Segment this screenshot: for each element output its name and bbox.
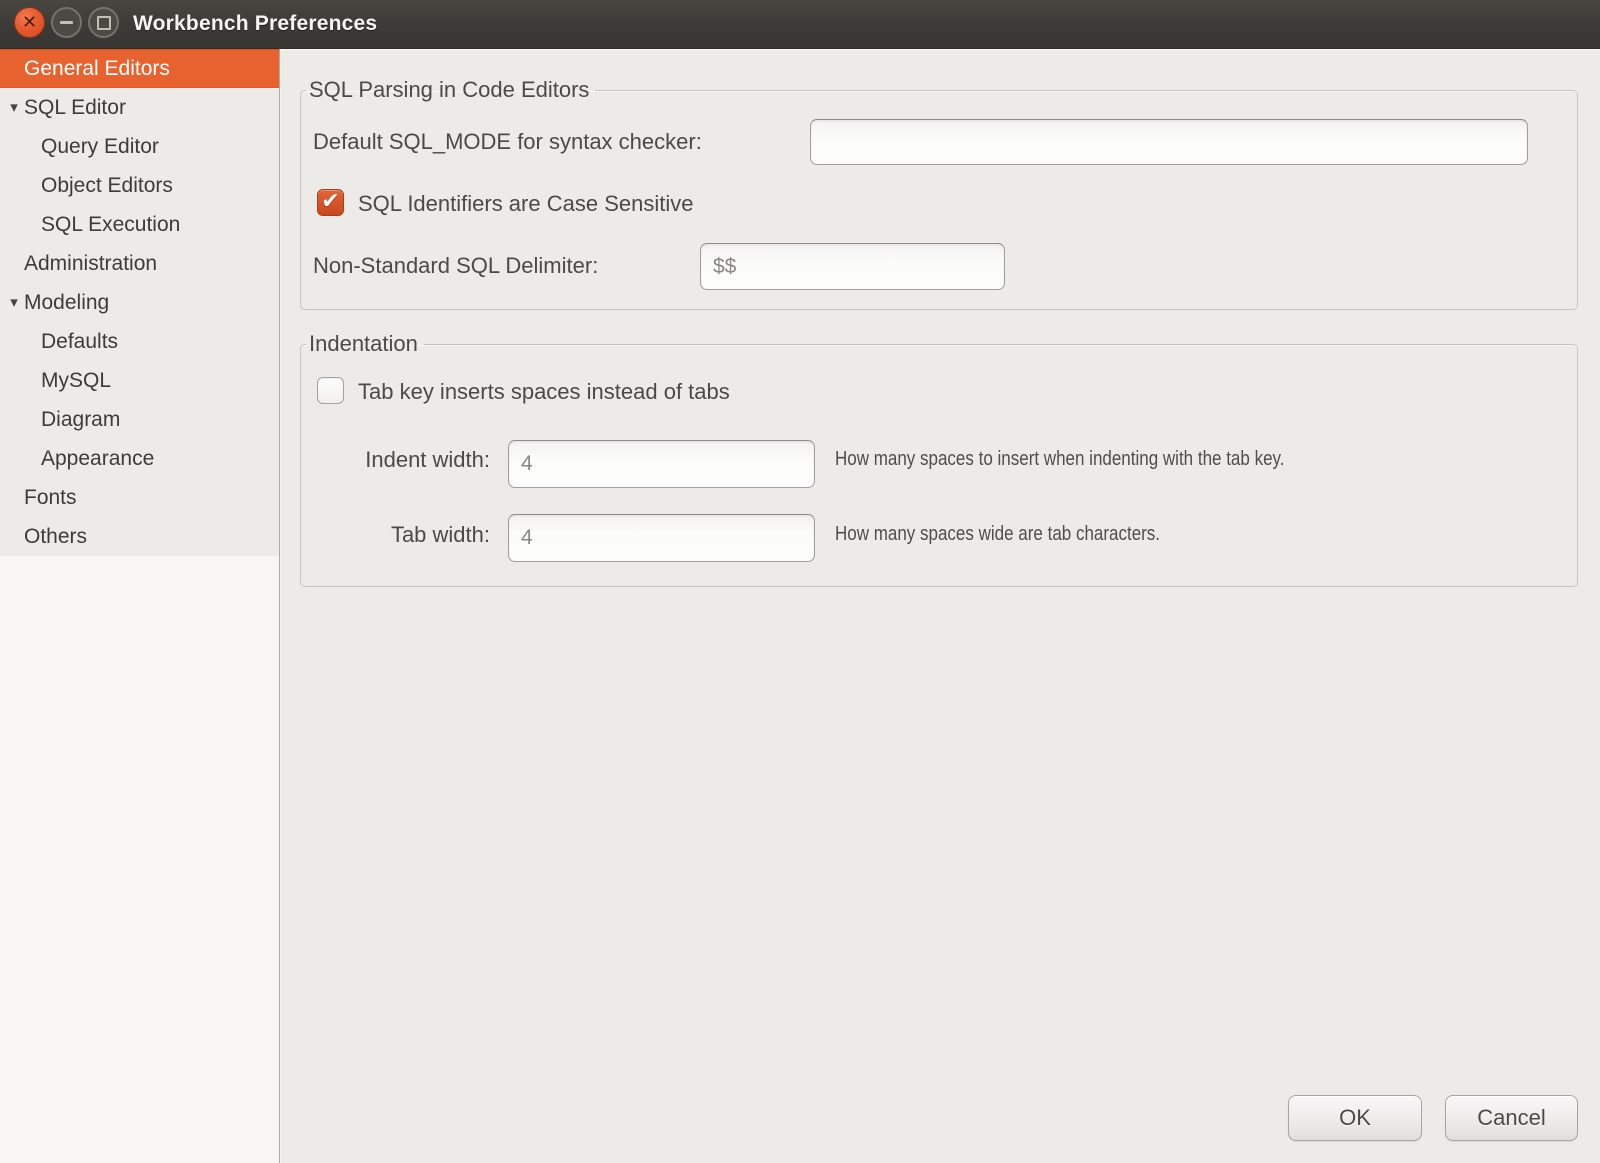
delimiter-input[interactable] <box>700 243 1005 290</box>
indentation-group-title: Indentation <box>306 331 424 357</box>
sidebar-item-administration[interactable]: Administration <box>0 244 279 283</box>
sidebar-item-label: Administration <box>0 252 157 275</box>
sidebar-item-label: Appearance <box>0 447 154 470</box>
sidebar-item-modeling[interactable]: ▾Modeling <box>0 283 279 322</box>
indent-width-label: Indent width: <box>313 447 490 473</box>
sidebar-item-mysql[interactable]: MySQL <box>0 361 279 400</box>
expander-triangle-icon[interactable]: ▾ <box>5 283 23 322</box>
tab-width-input[interactable] <box>508 514 815 562</box>
sidebar-item-label: SQL Execution <box>0 213 180 236</box>
sidebar-item-label: Diagram <box>0 408 120 431</box>
sidebar-item-defaults[interactable]: Defaults <box>0 322 279 361</box>
ok-button[interactable]: OK <box>1288 1095 1422 1141</box>
tab-spaces-checkbox[interactable]: ✔ <box>317 377 344 404</box>
sidebar-item-label: General Editors <box>0 57 170 80</box>
minimize-button[interactable] <box>51 7 82 38</box>
case-sensitive-label: SQL Identifiers are Case Sensitive <box>358 191 693 217</box>
minimize-icon <box>60 21 73 24</box>
sidebar-item-sql-editor[interactable]: ▾SQL Editor <box>0 88 279 127</box>
checkmark-icon: ✔ <box>321 190 339 212</box>
tab-spaces-label: Tab key inserts spaces instead of tabs <box>358 379 730 405</box>
delimiter-label: Non-Standard SQL Delimiter: <box>313 253 598 279</box>
tab-width-hint: How many spaces wide are tab characters. <box>835 523 1160 546</box>
expander-triangle-icon[interactable]: ▾ <box>5 88 23 127</box>
sidebar-item-object-editors[interactable]: Object Editors <box>0 166 279 205</box>
sidebar-item-label: MySQL <box>0 369 111 392</box>
close-button[interactable]: ✕ <box>14 7 45 38</box>
sidebar-item-label: Object Editors <box>0 174 173 197</box>
sidebar-item-sql-execution[interactable]: SQL Execution <box>0 205 279 244</box>
preferences-window: ✕ Workbench Preferences General Editors ▾… <box>0 0 1600 1163</box>
sidebar-item-label: Fonts <box>0 486 77 509</box>
window-title: Workbench Preferences <box>133 0 377 48</box>
cancel-button[interactable]: Cancel <box>1445 1095 1578 1141</box>
case-sensitive-checkbox[interactable]: ✔ <box>317 189 344 216</box>
sidebar-item-label: Defaults <box>0 330 118 353</box>
indent-width-hint: How many spaces to insert when indenting… <box>835 448 1284 471</box>
sidebar-tree[interactable]: General Editors ▾SQL Editor Query Editor Ob… <box>0 49 279 556</box>
sidebar-item-query-editor[interactable]: Query Editor <box>0 127 279 166</box>
sidebar-item-fonts[interactable]: Fonts <box>0 478 279 517</box>
sql-mode-input[interactable] <box>810 119 1528 165</box>
sidebar-item-label: Others <box>0 525 87 548</box>
sql-mode-label: Default SQL_MODE for syntax checker: <box>313 129 702 155</box>
titlebar-highlight <box>279 49 1600 50</box>
sidebar-item-label: Query Editor <box>0 135 159 158</box>
sidebar-divider-highlight <box>280 49 281 1163</box>
sidebar-item-others[interactable]: Others <box>0 517 279 556</box>
sidebar-item-diagram[interactable]: Diagram <box>0 400 279 439</box>
sidebar-item-appearance[interactable]: Appearance <box>0 439 279 478</box>
sql-parsing-group-title: SQL Parsing in Code Editors <box>306 77 595 103</box>
indent-width-input[interactable] <box>508 440 815 488</box>
maximize-button[interactable] <box>88 7 119 38</box>
sidebar-item-general-editors[interactable]: General Editors <box>0 49 279 88</box>
close-icon: ✕ <box>22 13 37 31</box>
titlebar[interactable]: ✕ Workbench Preferences <box>0 0 1600 49</box>
tab-width-label: Tab width: <box>313 522 490 548</box>
maximize-icon <box>97 16 111 30</box>
